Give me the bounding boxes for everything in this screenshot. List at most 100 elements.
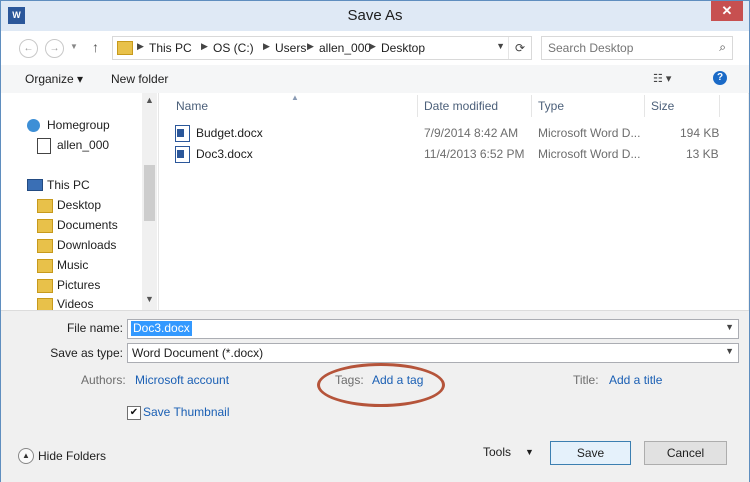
scroll-up-icon[interactable]: ▲ <box>145 95 154 105</box>
chevron-down-icon[interactable]: ▼ <box>725 346 734 356</box>
sidebar-item-label: Homegroup <box>47 118 110 132</box>
folder-icon <box>37 259 53 273</box>
folder-icon <box>37 199 53 213</box>
homegroup-icon <box>27 119 40 132</box>
column-divider[interactable] <box>644 95 645 117</box>
breadcrumb-separator-icon[interactable]: ▶ <box>369 41 376 52</box>
authors-value[interactable]: Microsoft account <box>135 373 229 387</box>
save-button[interactable]: Save <box>550 441 631 465</box>
address-history-dropdown-icon[interactable]: ▼ <box>496 41 505 51</box>
breadcrumb-separator-icon[interactable]: ▶ <box>307 41 314 52</box>
folder-icon <box>117 41 133 55</box>
breadcrumb-os-c[interactable]: OS (C:) <box>213 41 254 55</box>
command-bar: Organize ▾ New folder ☷ ▾ ? <box>1 65 749 94</box>
chevron-down-icon[interactable]: ▼ <box>725 322 734 332</box>
computer-icon <box>27 179 43 191</box>
file-size: 194 KB <box>680 126 720 140</box>
scrollbar-thumb[interactable] <box>144 165 155 221</box>
chevron-down-icon: ▼ <box>525 447 534 457</box>
organize-menu-button[interactable]: Organize ▾ <box>25 72 83 86</box>
breadcrumb-separator-icon[interactable]: ▶ <box>201 41 208 52</box>
sidebar-item-label: Music <box>57 258 89 272</box>
save-thumbnail-checkbox[interactable]: ✔ <box>127 406 141 420</box>
column-header-date-modified[interactable]: Date modified <box>424 99 498 113</box>
navigation-pane: Homegroup allen_000 This PC Desktop Docu… <box>1 93 159 310</box>
user-icon <box>37 138 51 154</box>
search-icon[interactable]: ⌕ <box>719 40 726 55</box>
column-divider[interactable] <box>417 95 418 117</box>
file-name-field[interactable]: Doc3.docx ▼ <box>127 319 739 339</box>
refresh-icon[interactable]: ⟳ <box>508 37 531 59</box>
navigation-scrollbar[interactable]: ▲ ▼ <box>142 93 157 310</box>
cancel-button[interactable]: Cancel <box>644 441 727 465</box>
breadcrumb-users[interactable]: Users <box>275 41 306 55</box>
new-folder-button[interactable]: New folder <box>111 72 168 86</box>
folder-icon <box>37 298 53 310</box>
save-as-type-select[interactable]: Word Document (*.docx) ▼ <box>127 343 739 363</box>
file-row[interactable]: Doc3.docx 11/4/2013 6:52 PM Microsoft Wo… <box>159 144 748 164</box>
scroll-down-icon[interactable]: ▼ <box>145 294 154 304</box>
save-as-type-label: Save as type: <box>50 346 123 360</box>
collapse-up-icon: ▲ <box>18 448 34 464</box>
save-thumbnail-label[interactable]: Save Thumbnail <box>143 405 230 419</box>
column-divider[interactable] <box>531 95 532 117</box>
file-date: 11/4/2013 6:52 PM <box>424 147 525 161</box>
column-divider[interactable] <box>719 95 720 117</box>
change-view-icon[interactable]: ☷ ▾ <box>653 72 671 85</box>
title-bar: W Save As ✕ <box>1 1 749 31</box>
hide-folders-label: Hide Folders <box>38 449 107 463</box>
sidebar-item-label: This PC <box>47 178 90 192</box>
highlight-ellipse <box>317 363 445 407</box>
tools-menu-button[interactable]: Tools ▼ <box>483 445 534 459</box>
folder-icon <box>37 219 53 233</box>
file-name-value[interactable]: Doc3.docx <box>131 321 192 336</box>
word-document-icon <box>175 125 190 142</box>
save-as-type-value: Word Document (*.docx) <box>132 346 264 360</box>
file-type: Microsoft Word D... <box>538 126 641 140</box>
folder-icon <box>37 279 53 293</box>
sidebar-item-label: Desktop <box>57 198 102 212</box>
search-box[interactable]: ⌕ <box>541 36 733 60</box>
search-input[interactable] <box>548 40 708 55</box>
forward-button[interactable]: → <box>45 39 64 58</box>
file-type: Microsoft Word D... <box>538 147 641 161</box>
breadcrumb-allen-000[interactable]: allen_000 <box>319 41 371 55</box>
breadcrumb-separator-icon[interactable]: ▶ <box>137 41 144 52</box>
sidebar-item-label: Videos <box>57 297 94 310</box>
close-button[interactable]: ✕ <box>711 1 743 21</box>
tools-label: Tools <box>483 445 512 459</box>
up-one-level-button[interactable]: ↑ <box>92 39 99 55</box>
folder-icon <box>37 239 53 253</box>
sidebar-item-label: Documents <box>57 218 118 232</box>
address-bar[interactable]: ▶ This PC ▶ OS (C:) ▶ Users ▶ allen_000 … <box>112 36 532 60</box>
authors-label: Authors: <box>81 373 126 387</box>
title-field[interactable]: Add a title <box>609 373 662 387</box>
authors-row: Authors: <box>81 373 126 387</box>
word-document-icon <box>175 146 190 163</box>
sidebar-item-label: allen_000 <box>57 138 110 152</box>
sidebar-item-label: Pictures <box>57 278 101 292</box>
file-list: ▲ Name Date modified Type Size Budget.do… <box>159 93 748 310</box>
column-header-size[interactable]: Size <box>651 99 674 113</box>
back-button[interactable]: ← <box>19 39 38 58</box>
file-name: Budget.docx <box>196 126 263 140</box>
breadcrumb-desktop[interactable]: Desktop <box>381 41 425 55</box>
title-value[interactable]: Add a title <box>609 373 662 387</box>
column-header-name[interactable]: Name <box>176 99 208 113</box>
file-row[interactable]: Budget.docx 7/9/2014 8:42 AM Microsoft W… <box>159 123 748 143</box>
navigation-bar: ← → ▼ ↑ ▶ This PC ▶ OS (C:) ▶ Users ▶ al… <box>1 31 749 65</box>
authors-field[interactable]: Microsoft account <box>135 373 229 387</box>
sidebar-item-label: Downloads <box>57 238 117 252</box>
file-name-label: File name: <box>66 321 123 335</box>
breadcrumb-this-pc[interactable]: This PC <box>149 41 192 55</box>
column-header-type[interactable]: Type <box>538 99 564 113</box>
file-date: 7/9/2014 8:42 AM <box>424 126 519 140</box>
dialog-title: Save As <box>347 7 403 24</box>
save-options-panel: File name: Doc3.docx ▼ Save as type: Wor… <box>1 310 749 482</box>
file-size: 13 KB <box>686 147 719 161</box>
help-icon[interactable]: ? <box>713 71 727 85</box>
title-row: Title: <box>573 373 599 387</box>
recent-locations-dropdown-icon[interactable]: ▼ <box>70 42 78 51</box>
breadcrumb-separator-icon[interactable]: ▶ <box>263 41 270 52</box>
file-name: Doc3.docx <box>196 147 253 161</box>
